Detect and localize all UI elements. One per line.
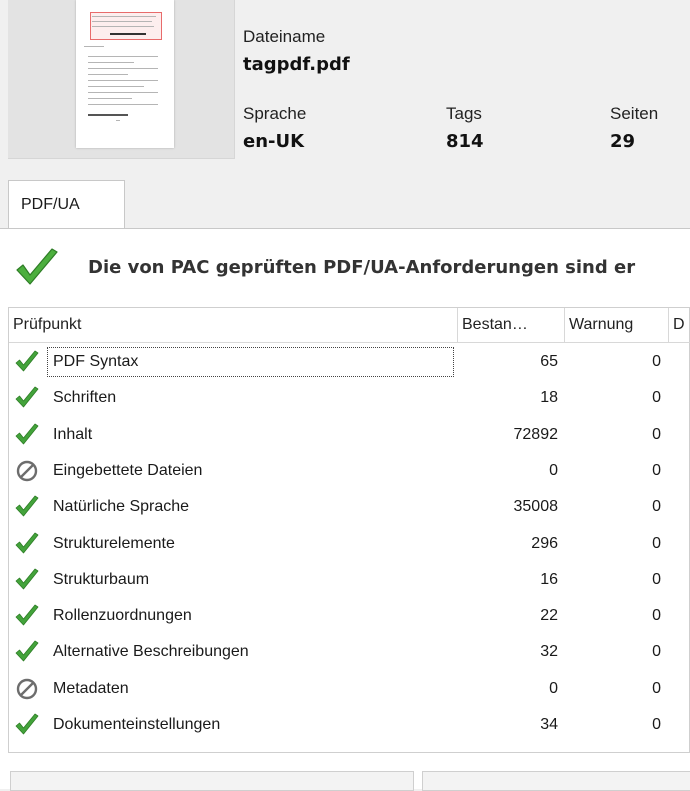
check-name: Alternative Beschreibungen bbox=[53, 643, 249, 661]
bestanden-count: 16 bbox=[540, 570, 558, 588]
table-row[interactable]: Eingebettete Dateien 0 0 bbox=[9, 453, 689, 489]
warnung-count: 0 bbox=[652, 389, 661, 407]
check-name: Rollenzuordnungen bbox=[53, 607, 192, 625]
tags-value: 814 bbox=[446, 131, 484, 152]
results-table: Prüfpunkt Bestan… Warnung D PDF Syntax 65… bbox=[8, 307, 690, 753]
file-name-value: tagpdf.pdf bbox=[243, 54, 350, 75]
check-name: PDF Syntax bbox=[53, 353, 139, 370]
check-name: Inhalt bbox=[53, 425, 93, 443]
table-row[interactable]: Natürliche Sprache 35008 0 bbox=[9, 489, 689, 525]
table-row[interactable]: PDF Syntax 65 0 bbox=[9, 344, 689, 380]
warnung-count: 0 bbox=[652, 607, 661, 625]
not-applicable-icon bbox=[15, 459, 39, 483]
table-row[interactable]: Metadaten 0 0 bbox=[9, 671, 689, 707]
check-name: Strukturelemente bbox=[53, 534, 175, 552]
column-header-pruefpunkt[interactable]: Prüfpunkt bbox=[9, 308, 458, 343]
check-name: Strukturbaum bbox=[53, 570, 150, 588]
column-header-warnung[interactable]: Warnung bbox=[565, 308, 669, 343]
bestanden-count: 18 bbox=[540, 389, 558, 407]
warnung-count: 0 bbox=[652, 498, 661, 516]
bestanden-count: 35008 bbox=[513, 498, 559, 516]
warnung-count: 0 bbox=[652, 534, 661, 552]
table-row[interactable]: Dokumenteinstellungen 34 0 bbox=[9, 707, 689, 743]
table-row[interactable]: Rollenzuordnungen 22 0 bbox=[9, 598, 689, 634]
check-icon bbox=[16, 248, 58, 285]
check-icon bbox=[15, 713, 39, 737]
check-icon bbox=[15, 386, 39, 410]
status-message: Die von PAC geprüften PDF/UA-Anforderung… bbox=[88, 257, 636, 278]
warnung-count: 0 bbox=[652, 353, 661, 370]
tab-pdf-ua-label: PDF/UA bbox=[21, 196, 80, 213]
column-header-bestanden[interactable]: Bestan… bbox=[458, 308, 565, 343]
document-thumbnail-frame bbox=[8, 0, 235, 159]
table-row[interactable]: Strukturbaum 16 0 bbox=[9, 562, 689, 598]
check-icon bbox=[15, 495, 39, 519]
check-name: Dokumenteinstellungen bbox=[53, 716, 221, 733]
bestanden-count: 296 bbox=[531, 534, 558, 552]
check-icon bbox=[15, 568, 39, 592]
check-name: Schriften bbox=[53, 389, 117, 407]
bestanden-count: 0 bbox=[549, 461, 558, 479]
warnung-count: 0 bbox=[652, 643, 661, 661]
check-icon bbox=[15, 423, 39, 447]
table-row[interactable]: Strukturelemente 296 0 bbox=[9, 526, 689, 562]
pages-value: 29 bbox=[610, 131, 636, 152]
bottom-button-right[interactable] bbox=[422, 771, 690, 791]
warnung-count: 0 bbox=[652, 716, 661, 733]
tab-pdf-ua[interactable]: PDF/UA bbox=[8, 180, 125, 228]
bestanden-count: 22 bbox=[540, 607, 558, 625]
file-name-label: Dateiname bbox=[243, 27, 326, 46]
bottom-button-left[interactable] bbox=[10, 771, 414, 791]
bestanden-count: 72892 bbox=[513, 425, 559, 443]
column-header-d[interactable]: D bbox=[669, 308, 690, 343]
table-row[interactable]: Alternative Beschreibungen 32 0 bbox=[9, 634, 689, 670]
bestanden-count: 0 bbox=[549, 679, 558, 697]
check-icon bbox=[15, 640, 39, 664]
tags-label: Tags bbox=[446, 104, 482, 123]
table-row[interactable]: Schriften 18 0 bbox=[9, 380, 689, 416]
check-name: Natürliche Sprache bbox=[53, 498, 190, 516]
table-row[interactable]: Inhalt 72892 0 bbox=[9, 417, 689, 453]
pages-label: Seiten bbox=[610, 104, 659, 123]
language-label: Sprache bbox=[243, 104, 307, 123]
bestanden-count: 34 bbox=[540, 716, 558, 733]
not-applicable-icon bbox=[15, 677, 39, 701]
warnung-count: 0 bbox=[652, 425, 661, 443]
check-name: Metadaten bbox=[53, 679, 129, 697]
warnung-count: 0 bbox=[652, 570, 661, 588]
warnung-count: 0 bbox=[652, 679, 661, 697]
bestanden-count: 32 bbox=[540, 643, 558, 661]
warnung-count: 0 bbox=[652, 461, 661, 479]
check-name: Eingebettete Dateien bbox=[53, 461, 203, 479]
document-thumbnail[interactable] bbox=[76, 0, 174, 148]
bestanden-count: 65 bbox=[540, 353, 558, 370]
check-icon bbox=[15, 350, 39, 374]
check-icon bbox=[15, 532, 39, 556]
language-value: en-UK bbox=[243, 131, 305, 152]
check-icon bbox=[15, 604, 39, 628]
